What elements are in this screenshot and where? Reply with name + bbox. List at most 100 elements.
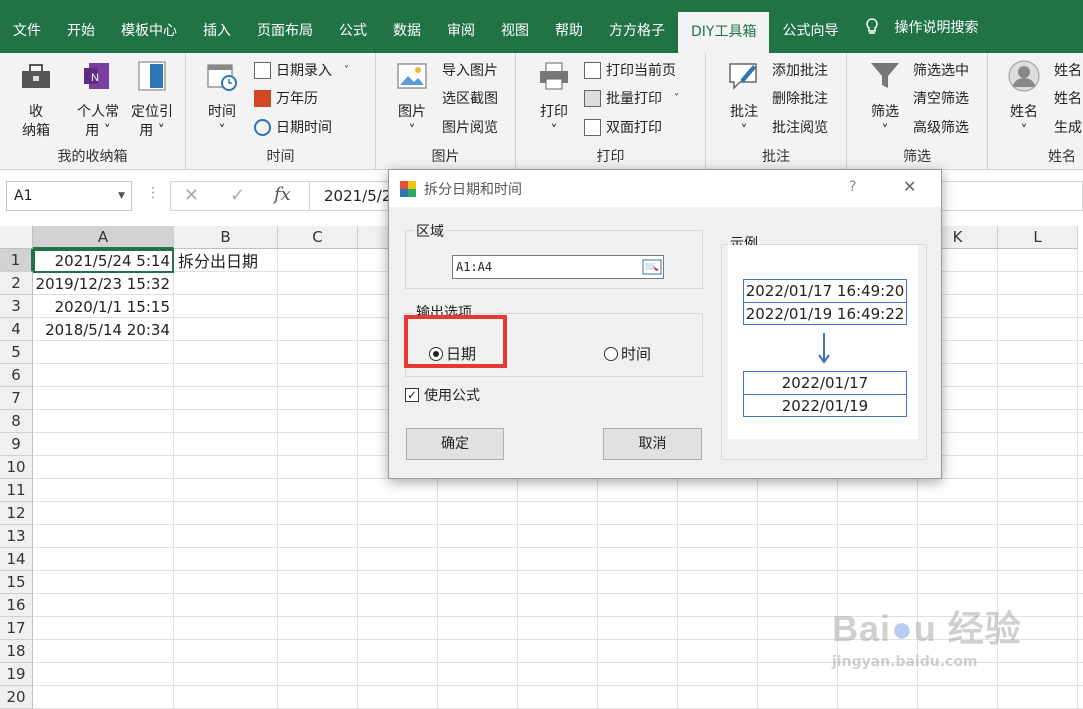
print-current-page-button[interactable]: 打印当前页	[584, 58, 676, 82]
filter-selected-button[interactable]: 筛选选中	[913, 58, 969, 82]
row-header-14[interactable]: 14	[0, 548, 33, 571]
row-header-3[interactable]: 3	[0, 295, 33, 318]
locate-reference-button[interactable]: 定位引 用 ˅	[124, 59, 180, 141]
browse-comment-label: 批注阅览	[772, 120, 828, 136]
close-icon[interactable]: ✕	[903, 177, 916, 196]
use-formula-checkbox[interactable]: ✓ 使用公式	[405, 385, 480, 405]
tab-home[interactable]: 开始	[54, 0, 108, 53]
row-header-8[interactable]: 8	[0, 410, 33, 433]
picture-button[interactable]: 图片 ˅	[392, 59, 432, 141]
menu-bar: 文件 开始 模板中心 插入 页面布局 公式 数据 审阅 视图 帮助 方方格子 D…	[0, 0, 1083, 53]
group-label-comment: 批注	[762, 149, 790, 165]
cancel-button[interactable]: 取消	[603, 428, 702, 460]
row-header-15[interactable]: 15	[0, 571, 33, 594]
clear-filter-button[interactable]: 清空筛选	[913, 86, 969, 110]
date-time-button[interactable]: 日期时间	[254, 115, 332, 139]
name-item-3[interactable]: 生成	[1054, 115, 1082, 139]
name-item-1[interactable]: 姓名	[1054, 58, 1082, 82]
tab-insert[interactable]: 插入	[190, 0, 244, 53]
row-header-18[interactable]: 18	[0, 640, 33, 663]
row-header-7[interactable]: 7	[0, 387, 33, 410]
advanced-filter-label: 高级筛选	[913, 120, 969, 136]
row-header-10[interactable]: 10	[0, 456, 33, 479]
locate-reference-label: 定位引 用 ˅	[131, 104, 173, 139]
checkbox-indicator[interactable]: ✓	[405, 388, 419, 402]
personal-common-label: 个人常 用 ˅	[77, 104, 119, 139]
date-entry-button[interactable]: 日期录入 ˅	[254, 58, 349, 82]
comment-button[interactable]: 批注 ˅	[724, 59, 764, 141]
area-range-input[interactable]: A1:A4	[452, 255, 664, 279]
tab-data[interactable]: 数据	[380, 0, 434, 53]
tab-templates[interactable]: 模板中心	[108, 0, 190, 53]
tab-help[interactable]: 帮助	[542, 0, 596, 53]
range-select-icon[interactable]	[642, 259, 662, 275]
filter-button[interactable]: 筛选 ˅	[865, 59, 905, 141]
confirm-check-icon[interactable]: ✓	[230, 185, 245, 206]
column-header-l[interactable]: L	[998, 226, 1078, 249]
tab-formula-wizard[interactable]: 公式向导	[769, 0, 851, 53]
row-header-17[interactable]: 17	[0, 617, 33, 640]
row-header-12[interactable]: 12	[0, 502, 33, 525]
area-screenshot-button[interactable]: 选区截图	[442, 86, 498, 110]
batch-print-button[interactable]: 批量打印 ˅	[584, 86, 679, 110]
chevron-down-icon[interactable]: ▼	[118, 182, 125, 210]
row-header-20[interactable]: 20	[0, 686, 33, 709]
name-item-2[interactable]: 姓名	[1054, 86, 1082, 110]
watermark-url: jingyan.baidu.com	[832, 654, 978, 670]
collection-box-button[interactable]: 收 纳箱	[12, 59, 60, 141]
cell-a2[interactable]: 2019/12/23 15:32	[33, 273, 173, 296]
perpetual-calendar-button[interactable]: 万年历	[254, 86, 318, 110]
group-label-name: 姓名	[1048, 149, 1076, 165]
row-header-2[interactable]: 2	[0, 272, 33, 295]
picture-icon	[397, 63, 427, 89]
help-button[interactable]: ?	[849, 179, 856, 195]
time-button[interactable]: 时间 ˅	[200, 59, 244, 141]
tab-fangfang[interactable]: 方方格子	[596, 0, 678, 53]
ok-button[interactable]: 确定	[406, 428, 504, 460]
row-header-16[interactable]: 16	[0, 594, 33, 617]
tab-diy-toolbox[interactable]: DIY工具箱	[678, 12, 770, 53]
name-box[interactable]: A1 ▼	[6, 181, 132, 211]
print-button[interactable]: 打印 ˅	[534, 59, 574, 141]
cell-b1[interactable]: 拆分出日期	[175, 250, 285, 273]
batch-print-icon	[584, 89, 601, 107]
date-time-label: 日期时间	[276, 120, 332, 136]
radio-time[interactable]: 时间	[604, 343, 651, 364]
import-picture-button[interactable]: 导入图片	[442, 58, 498, 82]
row-header-1[interactable]: 1	[0, 249, 33, 272]
cancel-edit-icon[interactable]: ✕ ✓ fx	[170, 181, 310, 211]
row-header-13[interactable]: 13	[0, 525, 33, 548]
select-all-corner[interactable]	[0, 226, 33, 249]
tab-page-layout[interactable]: 页面布局	[244, 0, 326, 53]
column-header-a[interactable]: A	[33, 226, 174, 249]
row-header-9[interactable]: 9	[0, 433, 33, 456]
row-header-5[interactable]: 5	[0, 341, 33, 364]
row-header-6[interactable]: 6	[0, 364, 33, 387]
delete-comment-button[interactable]: 删除批注	[772, 86, 828, 110]
delete-comment-label: 删除批注	[772, 91, 828, 107]
tab-review[interactable]: 审阅	[434, 0, 488, 53]
name-button[interactable]: 姓名 ˅	[1002, 59, 1046, 141]
cell-a3[interactable]: 2020/1/1 15:15	[33, 296, 173, 319]
tab-formulas[interactable]: 公式	[326, 0, 380, 53]
cell-a4[interactable]: 2018/5/14 20:34	[33, 319, 173, 342]
tell-me-search[interactable]: 操作说明搜索	[851, 0, 991, 53]
picture-browse-button[interactable]: 图片阅览	[442, 115, 498, 139]
area-label: 区域	[414, 221, 446, 241]
radio-time-indicator[interactable]	[604, 347, 618, 361]
insert-function-icon[interactable]: fx	[274, 184, 291, 205]
name-item-3-label: 生成	[1054, 120, 1082, 136]
tab-view[interactable]: 视图	[488, 0, 542, 53]
column-header-b[interactable]: B	[174, 226, 278, 249]
row-header-11[interactable]: 11	[0, 479, 33, 502]
tab-file[interactable]: 文件	[0, 0, 54, 53]
advanced-filter-button[interactable]: 高级筛选	[913, 115, 969, 139]
duplex-print-button[interactable]: 双面打印	[584, 115, 662, 139]
row-header-19[interactable]: 19	[0, 663, 33, 686]
cancel-x-icon[interactable]: ✕	[184, 185, 199, 206]
browse-comment-button[interactable]: 批注阅览	[772, 115, 828, 139]
personal-common-button[interactable]: N 个人常 用 ˅	[70, 59, 126, 141]
add-comment-button[interactable]: 添加批注	[772, 58, 828, 82]
row-header-4[interactable]: 4	[0, 318, 33, 341]
column-header-c[interactable]: C	[278, 226, 358, 249]
